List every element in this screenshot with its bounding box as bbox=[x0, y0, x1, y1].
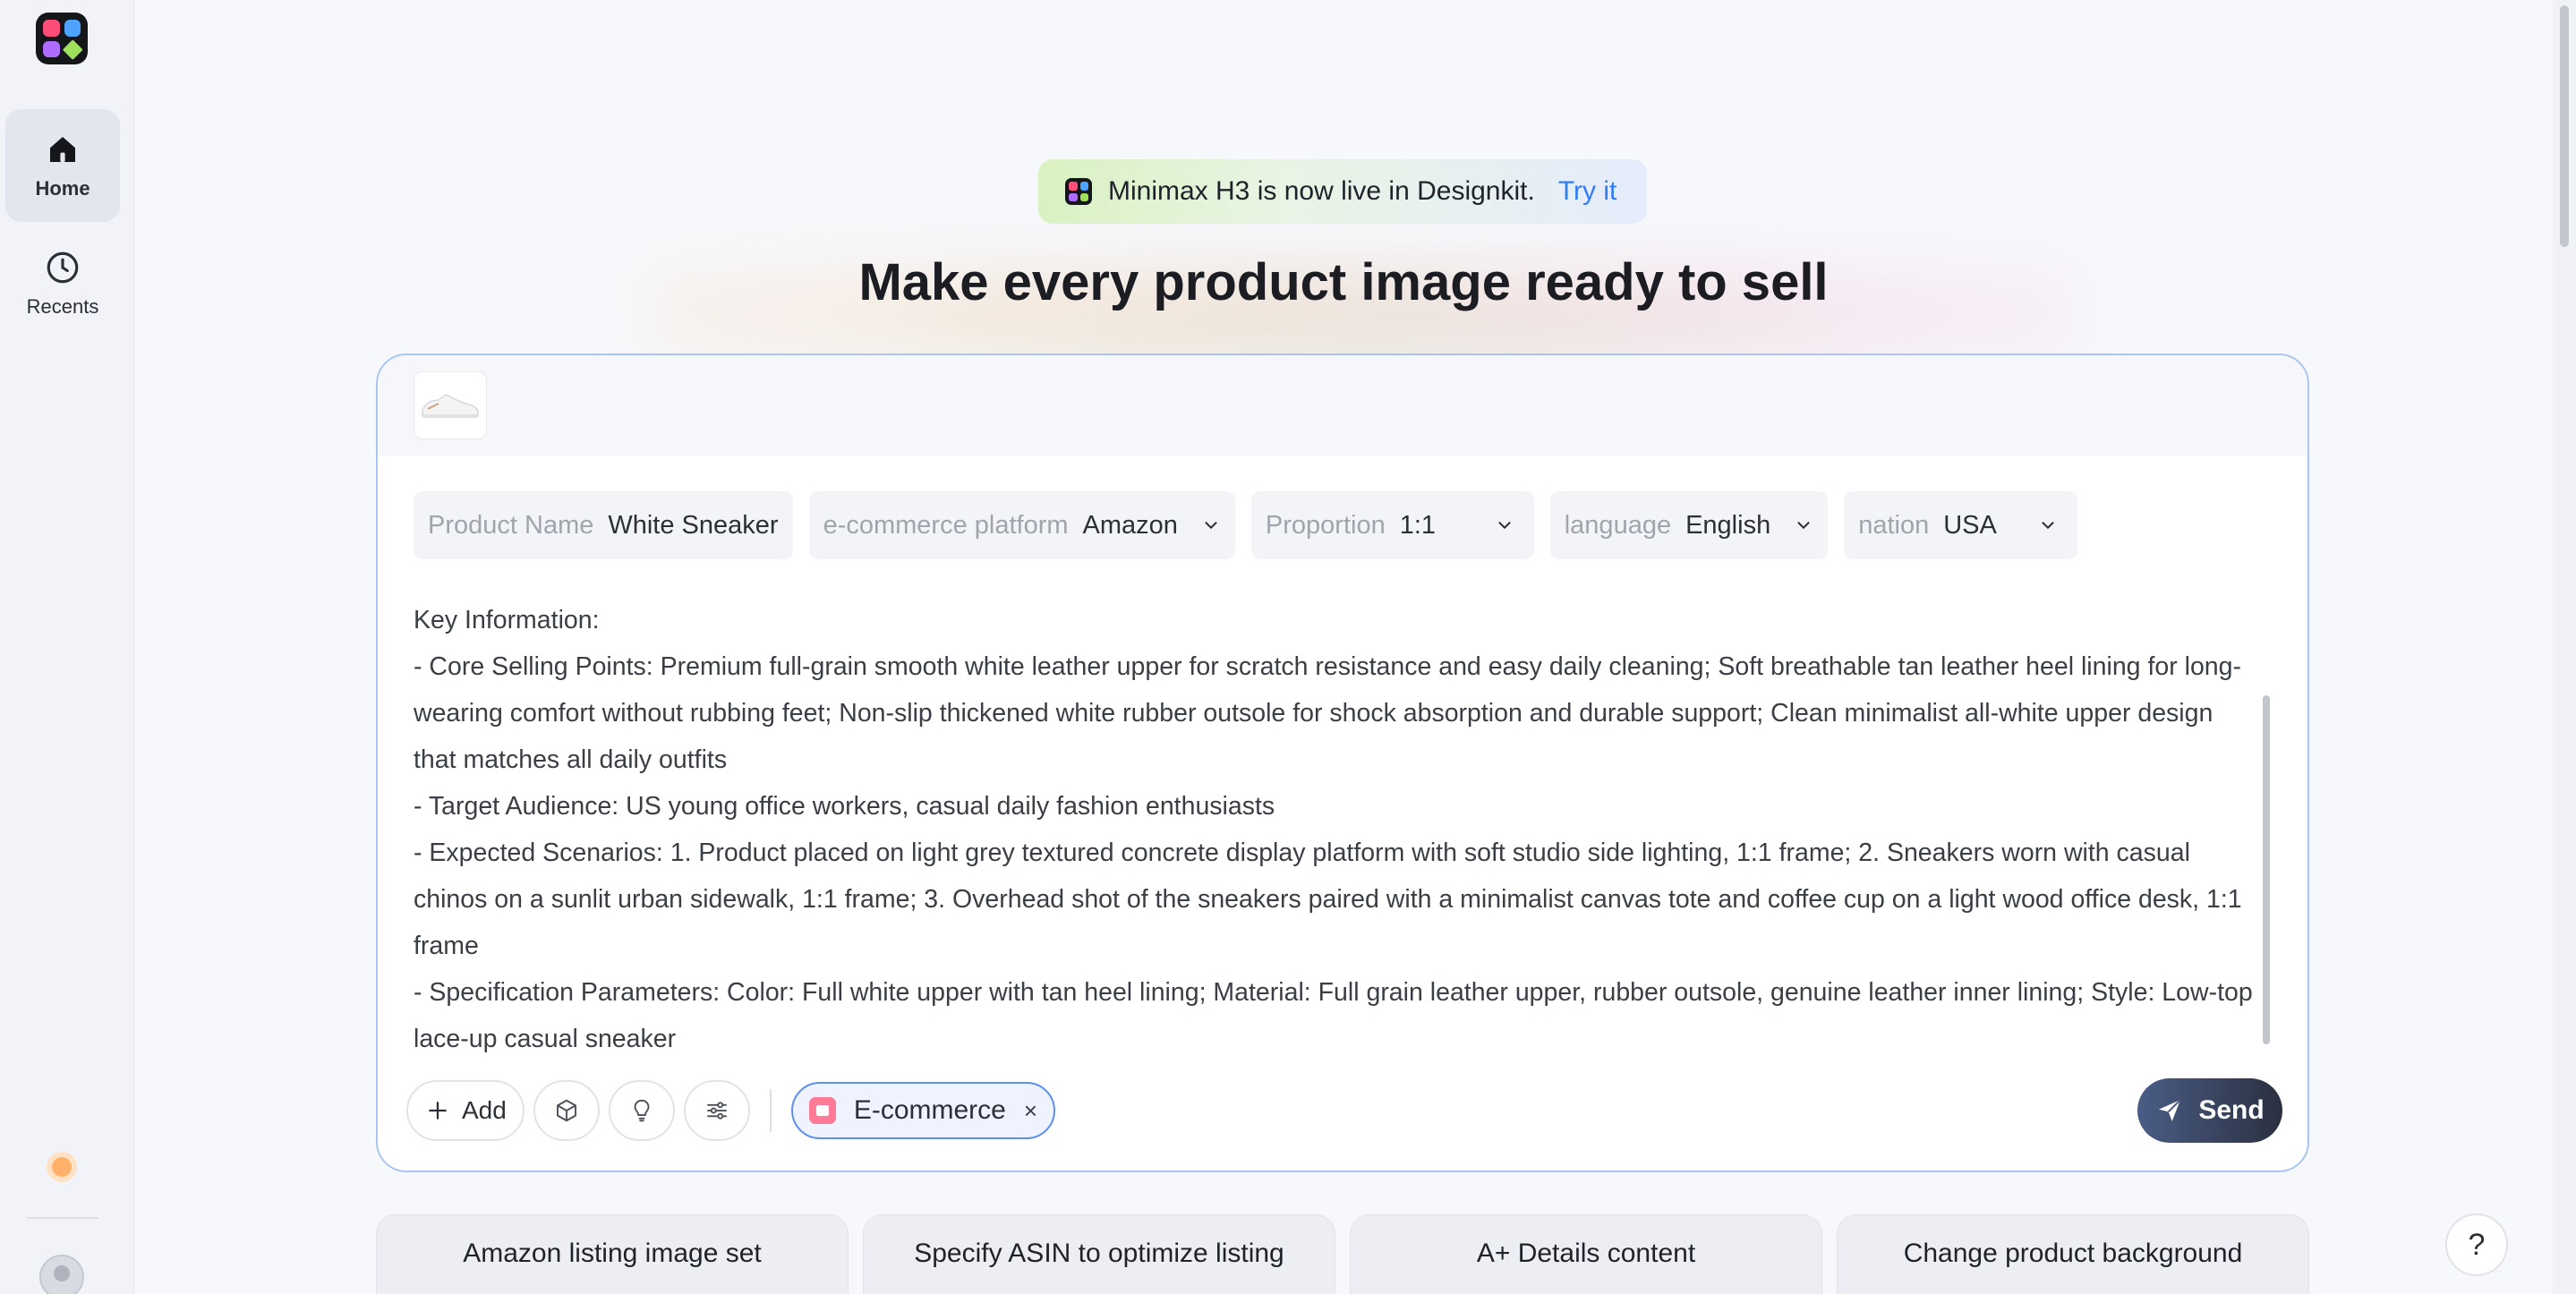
page-scrollbar[interactable] bbox=[2553, 0, 2576, 1294]
plus-icon bbox=[429, 1102, 447, 1119]
announcement-banner[interactable]: Minimax H3 is now live in Designkit. Try… bbox=[1038, 159, 1647, 224]
nation-select[interactable]: nation USA bbox=[1844, 491, 2078, 559]
sidebar-item-label: Home bbox=[35, 177, 90, 200]
add-button[interactable]: Add bbox=[406, 1080, 525, 1141]
page-title: Make every product image ready to sell bbox=[858, 253, 1829, 311]
tile-change-background[interactable]: Change product background bbox=[1837, 1214, 2309, 1294]
product-name-field[interactable]: Product Name White Sneaker bbox=[414, 491, 793, 559]
chevron-down-icon bbox=[2042, 522, 2054, 530]
help-button[interactable]: ? bbox=[2445, 1213, 2508, 1276]
cube-icon bbox=[556, 1099, 576, 1122]
sidebar-divider bbox=[27, 1217, 98, 1219]
parameter-row: Product Name White Sneaker e-commerce pl… bbox=[414, 491, 2078, 559]
chevron-down-icon bbox=[1797, 522, 1810, 530]
send-button[interactable]: Send bbox=[2137, 1078, 2282, 1143]
language-select[interactable]: language English bbox=[1549, 491, 1829, 559]
product-thumbnail[interactable] bbox=[414, 371, 487, 439]
chevron-down-icon bbox=[1205, 522, 1217, 530]
attachment-strip bbox=[378, 355, 2307, 455]
prompt-toolbar: Add E-commerce × bbox=[406, 1080, 1056, 1141]
sneaker-image-icon bbox=[422, 394, 479, 418]
credits-icon[interactable] bbox=[47, 1152, 77, 1182]
sliders-icon bbox=[706, 1102, 727, 1119]
proportion-select[interactable]: Proportion 1:1 bbox=[1250, 491, 1534, 559]
app-logo[interactable] bbox=[36, 13, 88, 64]
inspiration-button[interactable] bbox=[608, 1080, 675, 1141]
sidebar: Home Recents bbox=[0, 0, 134, 1294]
lightbulb-icon bbox=[634, 1099, 650, 1122]
prompt-card: Product Name White Sneaker e-commerce pl… bbox=[376, 353, 2309, 1172]
suggestion-tiles: Amazon listing image set Specify ASIN to… bbox=[376, 1214, 2309, 1294]
sidebar-item-label: Recents bbox=[26, 295, 99, 318]
settings-button[interactable] bbox=[683, 1080, 750, 1141]
sidebar-item-recents[interactable]: Recents bbox=[5, 227, 120, 340]
tile-amazon-listing[interactable]: Amazon listing image set bbox=[376, 1214, 849, 1294]
designkit-logo-icon bbox=[1065, 178, 1092, 205]
tile-aplus-content[interactable]: A+ Details content bbox=[1350, 1214, 1822, 1294]
announcement-text: Minimax H3 is now live in Designkit. bbox=[1108, 176, 1535, 206]
prompt-scrollbar[interactable] bbox=[2263, 695, 2270, 1044]
chevron-down-icon bbox=[1498, 522, 1511, 530]
ecommerce-chip[interactable]: E-commerce × bbox=[790, 1082, 1056, 1139]
platform-select[interactable]: e-commerce platform Amazon bbox=[808, 491, 1235, 559]
prompt-textarea[interactable]: Key Information: - Core Selling Points: … bbox=[414, 597, 2257, 1062]
toolbar-divider bbox=[769, 1089, 772, 1132]
sidebar-item-home[interactable]: Home bbox=[5, 109, 120, 222]
clock-icon bbox=[47, 251, 79, 284]
send-icon bbox=[2159, 1099, 2182, 1121]
tile-asin-optimize[interactable]: Specify ASIN to optimize listing bbox=[863, 1214, 1335, 1294]
close-icon[interactable]: × bbox=[1024, 1097, 1037, 1125]
shopping-bag-icon bbox=[808, 1097, 836, 1124]
product-3d-button[interactable] bbox=[533, 1080, 600, 1141]
home-icon bbox=[50, 137, 75, 162]
avatar[interactable] bbox=[39, 1255, 84, 1294]
try-it-link[interactable]: Try it bbox=[1558, 176, 1617, 207]
